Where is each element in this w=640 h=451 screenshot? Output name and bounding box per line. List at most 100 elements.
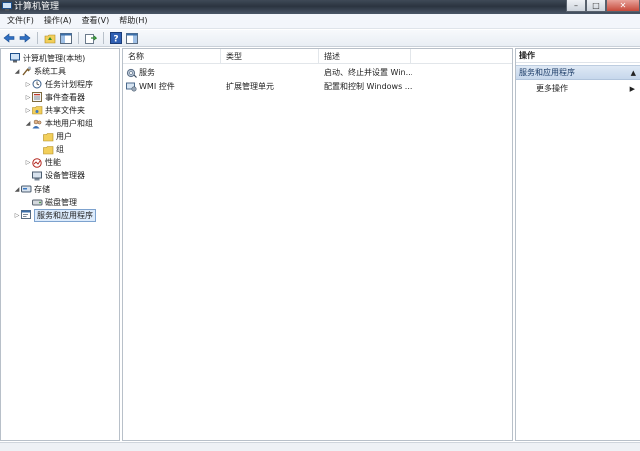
tree-node-label: 组 xyxy=(56,145,64,155)
status-bar xyxy=(0,442,640,451)
shared-folders-icon xyxy=(32,105,43,115)
tree-node-label: 性能 xyxy=(45,158,61,168)
close-button[interactable]: ✕ xyxy=(606,0,640,12)
services-icon xyxy=(126,68,137,78)
menu-help[interactable]: 帮助(H) xyxy=(114,14,152,28)
actions-group-services-applications[interactable]: 服务和应用程序 ▲ xyxy=(516,65,640,80)
tree-node[interactable]: ◢ 存储 xyxy=(13,183,50,195)
show-hide-console-tree-button[interactable] xyxy=(59,31,73,45)
more-actions-label: 更多操作 xyxy=(536,84,568,93)
disk-management-icon xyxy=(32,197,43,207)
tree-node[interactable]: ◢ 系统工具 xyxy=(13,65,66,77)
collapsed-arrow-icon[interactable]: ▷ xyxy=(13,212,21,219)
actions-pane: 操作 服务和应用程序 ▲ 更多操作 ▶ xyxy=(515,48,640,441)
performance-icon xyxy=(32,158,43,168)
local-users-groups-icon xyxy=(32,119,43,129)
svg-text:?: ? xyxy=(113,35,118,45)
help-icon: ? xyxy=(110,32,122,44)
forward-button[interactable] xyxy=(18,31,32,45)
column-header-type[interactable]: 类型 xyxy=(221,49,319,64)
show-hide-action-pane-button[interactable] xyxy=(125,31,139,45)
list-item-services[interactable]: 服务 启动、终止并设置 Win... xyxy=(123,66,512,80)
toolbar-separator xyxy=(37,32,38,44)
system-tools-icon xyxy=(21,66,32,76)
list-item-name: WMI 控件 xyxy=(139,82,175,91)
tree-node[interactable]: ▷ 任务计划程序 xyxy=(24,78,93,90)
action-pane-icon xyxy=(126,32,138,44)
collapse-up-icon[interactable]: ▲ xyxy=(631,69,636,77)
help-button[interactable]: ? xyxy=(109,31,123,45)
submenu-arrow-icon: ▶ xyxy=(629,84,635,93)
column-header-filler xyxy=(411,49,512,64)
tree-node[interactable]: ▷ 共享文件夹 xyxy=(24,104,85,116)
tree-node-label: 事件查看器 xyxy=(45,92,85,102)
tree-node-label: 存储 xyxy=(34,184,50,194)
menu-action[interactable]: 操作(A) xyxy=(39,14,77,28)
toolbar: ? xyxy=(0,30,640,47)
export-list-button[interactable] xyxy=(84,31,98,45)
column-header-name[interactable]: 名称 xyxy=(123,49,221,64)
tree-node-label: 计算机管理(本地) xyxy=(23,53,86,63)
menu-file[interactable]: 文件(F) xyxy=(2,14,39,28)
tree-node[interactable]: 组 xyxy=(35,144,64,156)
minimize-button[interactable]: – xyxy=(566,0,586,12)
list-item-type: 扩展管理单元 xyxy=(226,82,274,91)
menu-view[interactable]: 查看(V) xyxy=(77,14,115,28)
list-item-name: 服务 xyxy=(139,68,155,77)
folder-up-icon xyxy=(44,34,56,43)
back-arrow-icon xyxy=(3,33,15,43)
tree-node[interactable]: ▷ 服务和应用程序 xyxy=(13,208,96,222)
tree-node-label: 服务和应用程序 xyxy=(34,208,96,222)
actions-header: 操作 xyxy=(516,49,640,63)
tree-node-label: 系统工具 xyxy=(34,66,66,76)
expanded-arrow-icon[interactable]: ◢ xyxy=(13,68,21,75)
computer-management-icon xyxy=(10,53,21,63)
up-level-button[interactable] xyxy=(43,31,57,45)
tree-node-label: 本地用户和组 xyxy=(45,119,93,128)
task-scheduler-icon xyxy=(32,79,43,89)
expanded-arrow-icon[interactable]: ◢ xyxy=(13,186,21,193)
tree-node[interactable]: 磁盘管理 xyxy=(24,196,77,208)
storage-icon xyxy=(21,184,32,194)
tree-node[interactable]: 用户 xyxy=(35,131,72,143)
expanded-arrow-icon[interactable]: ◢ xyxy=(24,120,32,127)
forward-arrow-icon xyxy=(19,33,31,43)
tree-node[interactable]: ◢ 本地用户和组 xyxy=(24,118,93,130)
wmi-control-icon xyxy=(126,82,137,92)
collapsed-arrow-icon[interactable]: ▷ xyxy=(24,107,32,114)
column-header-description[interactable]: 描述 xyxy=(319,49,411,64)
folder-icon xyxy=(43,132,54,142)
results-pane: 名称 类型 描述 服务 启动、终止并设置 Win... WMI 控件 扩展管理单… xyxy=(122,48,513,441)
window-controls: – □ ✕ xyxy=(566,0,640,12)
tree-node[interactable]: ▷ 性能 xyxy=(24,157,61,169)
collapsed-arrow-icon[interactable]: ▷ xyxy=(24,94,32,101)
list-header: 名称 类型 描述 xyxy=(123,49,512,64)
services-applications-icon xyxy=(21,210,32,220)
toolbar-separator xyxy=(103,32,104,44)
console-tree-icon xyxy=(60,32,72,44)
collapsed-arrow-icon[interactable]: ▷ xyxy=(24,81,32,88)
back-button[interactable] xyxy=(2,31,16,45)
tree-node[interactable]: 计算机管理(本地) xyxy=(2,52,85,64)
tree-node-label: 用户 xyxy=(56,132,72,142)
tree-node-label: 设备管理器 xyxy=(45,171,85,181)
more-actions-item[interactable]: 更多操作 ▶ xyxy=(516,82,640,95)
title-bar: 计算机管理 – □ ✕ xyxy=(0,0,640,14)
event-viewer-icon xyxy=(32,92,43,103)
tree-node-label: 共享文件夹 xyxy=(45,105,85,115)
menu-bar: 文件(F) 操作(A) 查看(V) 帮助(H) xyxy=(0,14,640,29)
maximize-button[interactable]: □ xyxy=(586,0,606,12)
tree-node-label: 磁盘管理 xyxy=(45,197,77,207)
tree-node[interactable]: 设备管理器 xyxy=(24,170,85,182)
list-item-description: 配置和控制 Windows ... xyxy=(324,82,412,91)
folder-icon xyxy=(43,145,54,155)
tree-node-label: 任务计划程序 xyxy=(45,79,93,89)
list-item-wmi-control[interactable]: WMI 控件 扩展管理单元 配置和控制 Windows ... xyxy=(123,80,512,94)
computer-management-icon xyxy=(2,2,12,11)
tree-node[interactable]: ▷ 事件查看器 xyxy=(24,91,85,103)
export-list-icon xyxy=(85,33,97,44)
actions-group-label: 服务和应用程序 xyxy=(519,68,575,77)
window-title: 计算机管理 xyxy=(14,2,60,12)
collapsed-arrow-icon[interactable]: ▷ xyxy=(24,159,32,166)
list-item-description: 启动、终止并设置 Win... xyxy=(324,68,412,77)
